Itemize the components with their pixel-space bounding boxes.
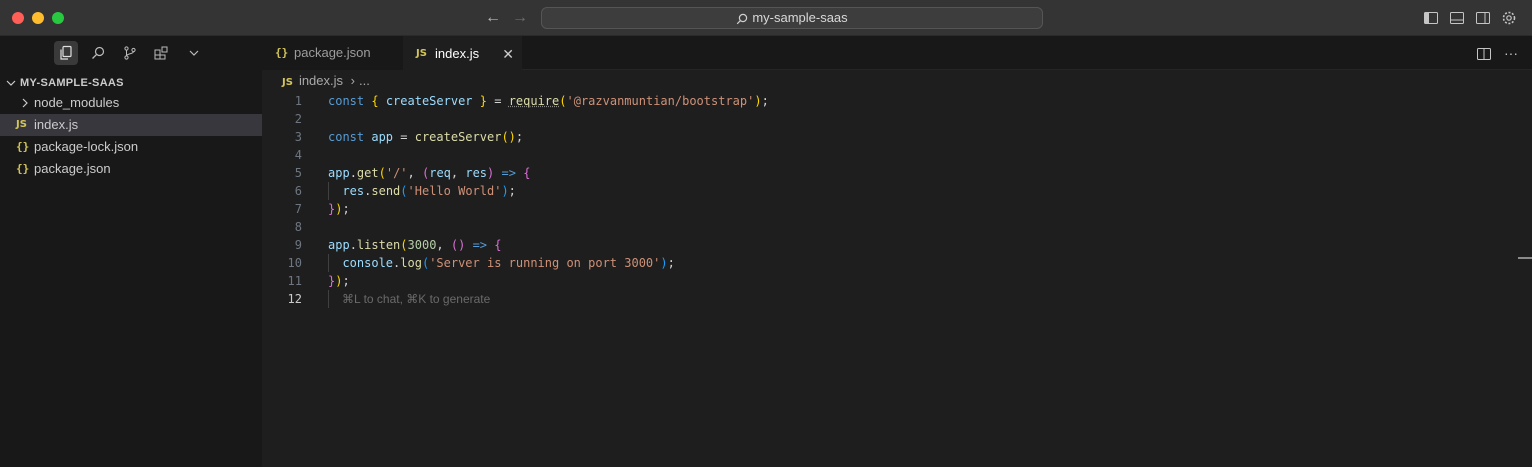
tree-item-node-modules[interactable]: node_modules	[0, 92, 262, 114]
line-number: 6	[294, 184, 302, 198]
code-line: 7});	[262, 200, 1522, 218]
toggle-panel-icon[interactable]	[1449, 10, 1465, 26]
line-number: 11	[287, 274, 302, 288]
line-number: 12	[287, 292, 302, 306]
command-search-bar[interactable]: my-sample-saas	[541, 7, 1043, 29]
line-number: 8	[294, 220, 302, 234]
explorer-root-folder[interactable]: MY-SAMPLE-SAAS	[0, 74, 262, 92]
more-actions-icon[interactable]: ···	[1504, 36, 1518, 70]
chevron-right-icon	[22, 98, 28, 108]
code-line: 6 res.send('Hello World');	[262, 182, 1522, 200]
close-window-button[interactable]	[12, 12, 24, 24]
scrollbar-cursor-marker[interactable]	[1518, 257, 1532, 259]
code-text: const app = createServer();	[328, 130, 524, 144]
code-text: app.get('/', (req, res) => {	[328, 166, 531, 180]
activity-bar	[0, 36, 262, 70]
search-icon[interactable]	[86, 41, 110, 65]
maximize-window-button[interactable]	[52, 12, 64, 24]
code-line: 3 const app = createServer();	[262, 128, 1522, 146]
json-file-icon: {}	[275, 46, 289, 59]
tab-index-js[interactable]: JS index.js ✕	[403, 36, 522, 71]
explorer-files-icon[interactable]	[54, 41, 78, 65]
back-arrow-icon[interactable]: ←	[484, 9, 502, 27]
code-line: 5 app.get('/', (req, res) => {	[262, 164, 1522, 182]
forward-arrow-icon[interactable]: →	[511, 9, 529, 27]
code-text: res.send('Hello World');	[342, 184, 516, 198]
tree-item-label: index.js	[34, 117, 79, 132]
tree-item-index-js[interactable]: JS index.js	[0, 114, 262, 136]
code-text: console.log('Server is running on port 3…	[342, 256, 675, 270]
breadcrumb-file[interactable]: index.js	[299, 73, 343, 88]
ai-shortcut-hint: ⌘L to chat, ⌘K to generate	[342, 292, 491, 306]
code-line: 2	[262, 110, 1522, 128]
tab-label: index.js	[435, 46, 480, 61]
settings-gear-icon[interactable]	[1501, 10, 1517, 26]
extensions-icon[interactable]	[149, 41, 173, 65]
code-line: 4	[262, 146, 1522, 164]
editor-area: {} package.json JS index.js ✕ ··· JS inde…	[262, 36, 1532, 467]
tab-label: package.json	[294, 45, 371, 60]
line-number: 5	[294, 166, 302, 180]
toggle-secondary-sidebar-icon[interactable]	[1475, 10, 1491, 26]
editor-tab-bar: {} package.json JS index.js ✕ ···	[262, 36, 1532, 71]
code-line: 9 app.listen(3000, () => {	[262, 236, 1522, 254]
source-control-icon[interactable]	[118, 41, 142, 65]
search-icon	[737, 13, 748, 24]
title-bar: ← → my-sample-saas	[0, 0, 1532, 36]
tree-item-label: package-lock.json	[34, 139, 139, 154]
split-editor-icon[interactable]	[1476, 46, 1492, 62]
line-number: 1	[294, 94, 302, 108]
close-icon[interactable]: ✕	[502, 37, 514, 71]
line-number: 4	[294, 148, 302, 162]
code-line: 11});	[262, 272, 1522, 290]
tree-item-package-lock-json[interactable]: {} package-lock.json	[0, 136, 262, 158]
tab-package-json[interactable]: {} package.json	[262, 36, 403, 70]
javascript-file-icon: JS	[282, 77, 293, 88]
line-number: 3	[294, 130, 302, 144]
line-number: 7	[294, 202, 302, 216]
code-text: const { createServer } = require('@razva…	[328, 94, 769, 108]
json-file-icon: {}	[16, 162, 30, 175]
chevron-down-icon[interactable]	[182, 41, 206, 65]
code-line-current: 12 ⌘L to chat, ⌘K to generate	[262, 290, 1522, 308]
explorer-root-label: MY-SAMPLE-SAAS	[20, 77, 124, 89]
explorer-sidebar: MY-SAMPLE-SAAS node_modules JS index.js …	[0, 36, 262, 467]
tree-item-label: package.json	[34, 161, 111, 176]
tree-item-package-json[interactable]: {} package.json	[0, 158, 262, 180]
toggle-primary-sidebar-icon[interactable]	[1423, 10, 1439, 26]
line-number: 9	[294, 238, 302, 252]
minimize-window-button[interactable]	[32, 12, 44, 24]
code-text: app.listen(3000, () => {	[328, 238, 502, 252]
chevron-down-icon	[6, 80, 16, 86]
line-number: 2	[294, 112, 302, 126]
code-line: 1 const { createServer } = require('@razv…	[262, 92, 1522, 110]
breadcrumb-more[interactable]: ...	[359, 73, 370, 88]
code-text: });	[328, 274, 350, 288]
breadcrumb: JS index.js ›...	[282, 72, 370, 90]
javascript-file-icon: JS	[16, 119, 27, 130]
code-line: 8	[262, 218, 1522, 236]
search-bar-text: my-sample-saas	[752, 10, 848, 25]
tree-item-label: node_modules	[34, 95, 120, 110]
code-text: });	[328, 202, 350, 216]
code-line: 10 console.log('Server is running on por…	[262, 254, 1522, 272]
javascript-file-icon: JS	[416, 48, 427, 59]
line-number: 10	[287, 256, 302, 270]
json-file-icon: {}	[16, 140, 30, 153]
chevron-right-icon: ›	[350, 73, 355, 88]
